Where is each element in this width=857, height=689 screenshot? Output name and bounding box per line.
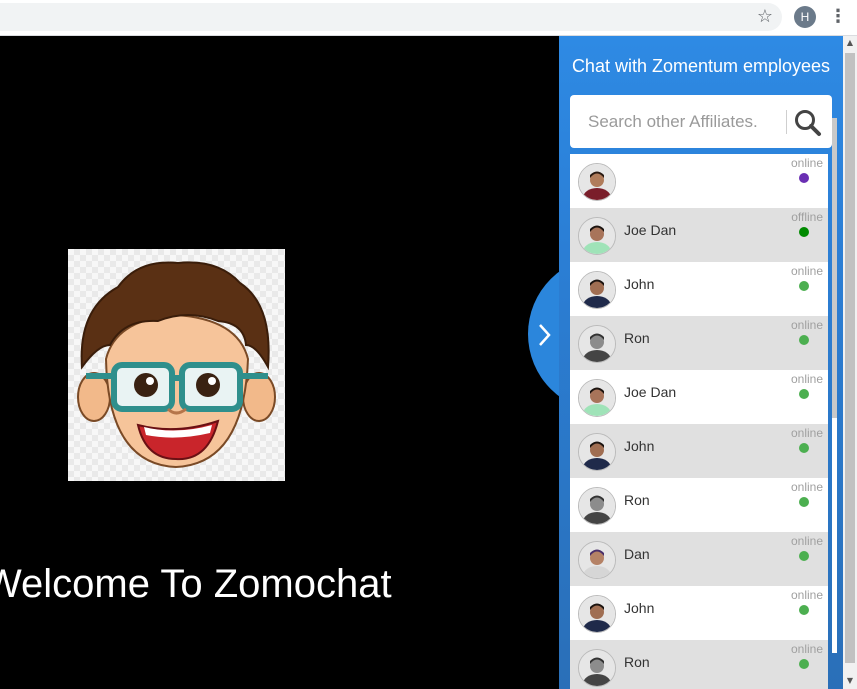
status-dot-icon — [799, 389, 809, 399]
browser-toolbar: ☆ H ⋮ — [0, 0, 857, 36]
user-row[interactable]: Ron online — [570, 640, 828, 689]
user-status-text: online — [790, 588, 823, 602]
user-row[interactable]: John online — [570, 424, 828, 478]
status-dot-icon — [799, 227, 809, 237]
user-avatar — [578, 595, 616, 633]
user-name: John — [624, 276, 655, 292]
user-avatar — [578, 217, 616, 255]
user-list: online Joe Dan offline John online Ron online J… — [570, 154, 828, 689]
user-name: Joe Dan — [624, 222, 677, 238]
user-avatar — [578, 433, 616, 471]
chat-panel-title: Chat with Zomentum employees — [571, 56, 831, 76]
user-status-text: online — [790, 318, 823, 332]
status-dot-icon — [799, 659, 809, 669]
user-row[interactable]: Dan online — [570, 532, 828, 586]
user-status-text: offline — [791, 210, 823, 224]
search-divider — [786, 110, 787, 134]
status-dot-icon — [799, 173, 809, 183]
status-dot-icon — [799, 605, 809, 615]
status-dot-icon — [799, 497, 809, 507]
user-status-text: online — [790, 264, 823, 278]
status-dot-icon — [799, 335, 809, 345]
user-name: Ron — [624, 492, 650, 508]
user-name: John — [624, 600, 655, 616]
search-input[interactable] — [588, 109, 778, 135]
user-row[interactable]: Ron online — [570, 478, 828, 532]
user-row[interactable]: Ron online — [570, 316, 828, 370]
bookmark-star-icon[interactable]: ☆ — [754, 6, 776, 28]
user-list-scrollbar-thumb[interactable] — [832, 118, 837, 418]
user-avatar — [578, 487, 616, 525]
user-name: Joe Dan — [624, 384, 677, 400]
user-name: Ron — [624, 654, 650, 670]
user-status-text: online — [790, 372, 823, 386]
user-status-text: online — [790, 534, 823, 548]
user-row[interactable]: Joe Dan offline — [570, 208, 828, 262]
user-row[interactable]: John online — [570, 262, 828, 316]
status-dot-icon — [799, 443, 809, 453]
page-scrollbar-thumb[interactable] — [845, 53, 855, 663]
address-bar[interactable] — [0, 3, 782, 31]
scroll-up-arrow-icon[interactable]: ▲ — [843, 38, 857, 50]
user-row[interactable]: online — [570, 154, 828, 208]
status-dot-icon — [799, 281, 809, 291]
user-avatar — [578, 271, 616, 309]
search-box — [570, 95, 832, 148]
user-avatar — [578, 163, 616, 201]
user-avatar — [578, 325, 616, 363]
cartoon-avatar-image — [68, 249, 285, 481]
scroll-down-arrow-icon[interactable]: ▼ — [843, 676, 857, 688]
user-status-text: online — [790, 156, 823, 170]
user-avatar — [578, 541, 616, 579]
browser-menu-icon[interactable]: ⋮ — [828, 6, 848, 28]
main-content: Welcome To Zomochat — [0, 36, 560, 689]
user-name: John — [624, 438, 655, 454]
profile-avatar[interactable]: H — [794, 6, 816, 28]
welcome-heading: Welcome To Zomochat — [0, 562, 392, 606]
user-name: Dan — [624, 546, 650, 562]
user-status-text: online — [790, 480, 823, 494]
user-row[interactable]: Joe Dan online — [570, 370, 828, 424]
cartoon-face-icon — [77, 261, 276, 469]
search-icon[interactable] — [792, 107, 824, 137]
user-name: Ron — [624, 330, 650, 346]
user-status-text: online — [790, 426, 823, 440]
status-dot-icon — [799, 551, 809, 561]
user-row[interactable]: John online — [570, 586, 828, 640]
chat-panel: Chat with Zomentum employees onlineJoe D… — [559, 36, 843, 689]
user-avatar — [578, 379, 616, 417]
chevron-right-icon[interactable] — [534, 320, 554, 357]
user-avatar — [578, 649, 616, 687]
user-status-text: online — [790, 642, 823, 656]
